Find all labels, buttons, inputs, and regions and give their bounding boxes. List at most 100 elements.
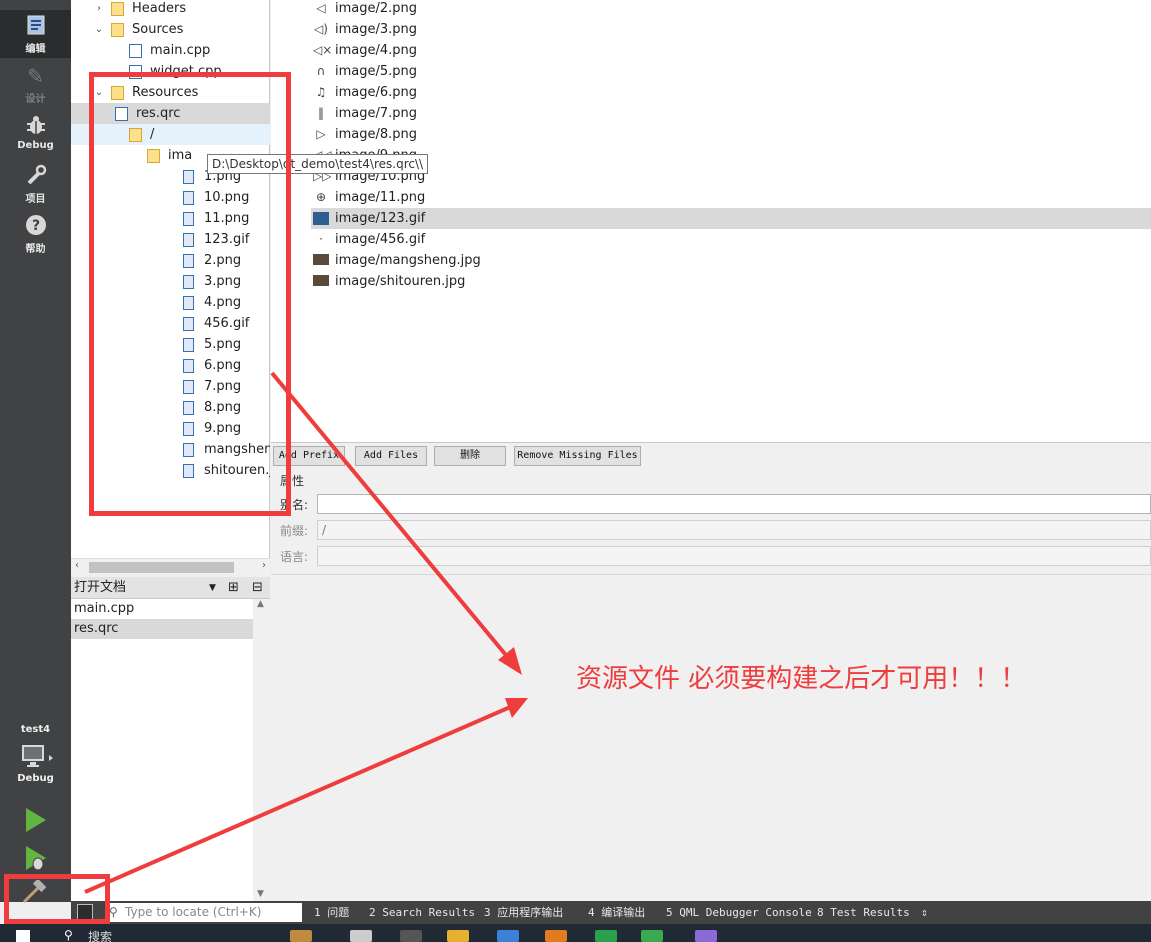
search-icon: ⚲ [109,905,118,919]
kit-name: test4 [20,724,51,735]
resource-file-name: image/shitouren.jpg [335,274,466,289]
debug-run-button[interactable] [20,843,50,873]
pencil-icon: ✎ [27,64,44,88]
remove-missing-files-button[interactable]: Remove Missing Files [514,446,641,466]
more-tabs-icon[interactable]: ⇕ [921,901,928,924]
play-icon [26,808,46,832]
output-tab-issues[interactable]: 1 问题 [314,901,349,924]
taskbar-app-icon[interactable] [497,930,519,942]
resource-file-row[interactable]: ‖ image/7.png [311,103,1151,124]
resource-file-row[interactable]: ♫ image/6.png [311,82,1151,103]
docs-vertical-scrollbar[interactable]: ▲ ▼ [253,599,270,901]
mode-help-label: 帮助 [25,244,46,255]
tree-item[interactable]: main.cpp [71,40,270,61]
mode-edit-button[interactable]: 编辑 [0,10,71,58]
alias-input[interactable] [317,494,1151,514]
tree-item[interactable]: › Headers [71,0,270,19]
scroll-down-icon[interactable]: ▼ [257,889,264,899]
output-tab-search-results[interactable]: 2 Search Results [369,901,475,924]
resource-file-row[interactable]: ◁ image/2.png [311,0,1151,19]
tree-item-label: Headers [132,1,187,16]
output-tab-app-output[interactable]: 3 应用程序输出 [484,901,563,924]
resource-file-name: image/5.png [335,64,418,79]
bar-icon: ‖ [318,106,324,120]
scroll-thumb[interactable] [89,562,234,573]
scroll-left-icon[interactable]: ‹ [75,560,79,571]
open-docs-list: main.cpp res.qrc [71,599,270,901]
split-icon[interactable]: ⊞ [228,577,239,599]
kit-mode-label: Debug [17,773,54,784]
scroll-right-icon[interactable]: › [262,560,266,571]
resource-file-row[interactable]: ◁◁image/9.png [311,145,1151,166]
tree-item[interactable]: ⌄ Sources [71,19,270,40]
photo-thumbnail [313,254,329,265]
dropdown-arrow-icon[interactable]: ▼ [209,577,216,599]
output-tab-qml-console[interactable]: 5 QML Debugger Console [666,901,812,924]
kit-selector-button[interactable]: Debug [0,740,71,790]
language-label: 语言: [280,550,309,564]
header-folder-icon [111,2,124,16]
windows-taskbar: ⚲ 搜索 [0,924,1151,942]
scroll-up-icon[interactable]: ▲ [257,599,264,609]
locator-input[interactable]: ⚲ Type to locate (Ctrl+K) [105,903,302,922]
mode-debug-label: Debug [17,140,54,151]
taskbar-search-icon[interactable]: ⚲ [64,928,73,942]
open-docs-title: 打开文档 [74,580,127,595]
resource-file-row[interactable]: ◁× image/4.png [311,40,1151,61]
properties-divider [271,574,1151,575]
resource-file-row[interactable]: · image/456.gif [311,229,1151,250]
resource-file-row[interactable]: ◁) image/3.png [311,19,1151,40]
annotation-build-highlight-box [4,874,110,924]
close-pane-icon[interactable]: ⊟ [252,577,263,599]
folder-icon[interactable] [447,930,469,942]
output-tab-test-results[interactable]: 8 Test Results [817,901,910,924]
open-doc-item[interactable]: res.qrc [71,619,253,639]
resource-file-row[interactable]: image/123.gif [311,208,1151,229]
bug-icon [24,114,48,138]
resource-file-row[interactable]: ∩ image/5.png [311,61,1151,82]
headphones-icon: ∩ [316,64,326,78]
taskbar-app-icon[interactable] [290,930,312,942]
debug-play-icon [26,846,46,871]
mute-icon: ◁× [313,43,333,57]
prefix-input[interactable]: / [317,520,1151,540]
mode-design-button[interactable]: ✎ 设计 [0,60,71,108]
qt-creator-icon[interactable] [641,930,663,942]
source-folder-icon [111,23,124,37]
svg-text:?: ? [31,218,39,234]
taskbar-app-icon[interactable] [695,930,717,942]
resource-file-name: image/6.png [335,85,418,100]
run-button[interactable] [20,805,50,835]
output-tab-compile-output[interactable]: 4 编译输出 [588,901,645,924]
resource-file-name: image/2.png [335,1,418,16]
zoom-icon: ⊕ [315,190,327,204]
mode-help-button[interactable]: ? 帮助 [0,210,71,258]
delete-button[interactable]: 删除 [434,446,506,466]
tree-horizontal-scrollbar[interactable]: ‹ › [71,558,270,576]
resource-editor: ◁ image/2.png ◁) image/3.png ◁× image/4.png ∩ i… [271,0,1151,902]
mode-debug-button[interactable]: Debug [0,110,71,158]
resource-file-row[interactable]: image/shitouren.jpg [311,271,1151,292]
chevron-down-icon[interactable]: ⌄ [93,19,105,40]
open-doc-item[interactable]: main.cpp [71,599,253,619]
taskbar-app-icon[interactable] [350,930,372,942]
taskbar-app-icon[interactable] [595,930,617,942]
resource-file-name: image/3.png [335,22,418,37]
resource-file-row[interactable]: ▷▷ image/10.png [311,166,1151,187]
resource-file-row[interactable]: image/mangsheng.jpg [311,250,1151,271]
resource-file-row[interactable]: ▷ image/8.png [311,124,1151,145]
taskbar-search-label[interactable]: 搜索 [88,928,112,942]
language-input[interactable] [317,546,1151,566]
resource-file-row[interactable]: ⊕ image/11.png [311,187,1151,208]
windows-start-icon[interactable] [16,930,30,942]
resource-file-name: image/11.png [335,190,426,205]
volume-icon: ◁) [314,22,328,36]
mode-design-label: 设计 [25,94,46,105]
resource-file-name: image/mangsheng.jpg [335,253,481,268]
resource-file-name: image/4.png [335,43,418,58]
add-files-button[interactable]: Add Files [355,446,427,466]
chevron-right-icon[interactable]: › [93,0,105,19]
mode-projects-button[interactable]: 项目 [0,160,71,208]
taskbar-app-icon[interactable] [545,930,567,942]
taskbar-app-icon[interactable] [400,930,422,942]
